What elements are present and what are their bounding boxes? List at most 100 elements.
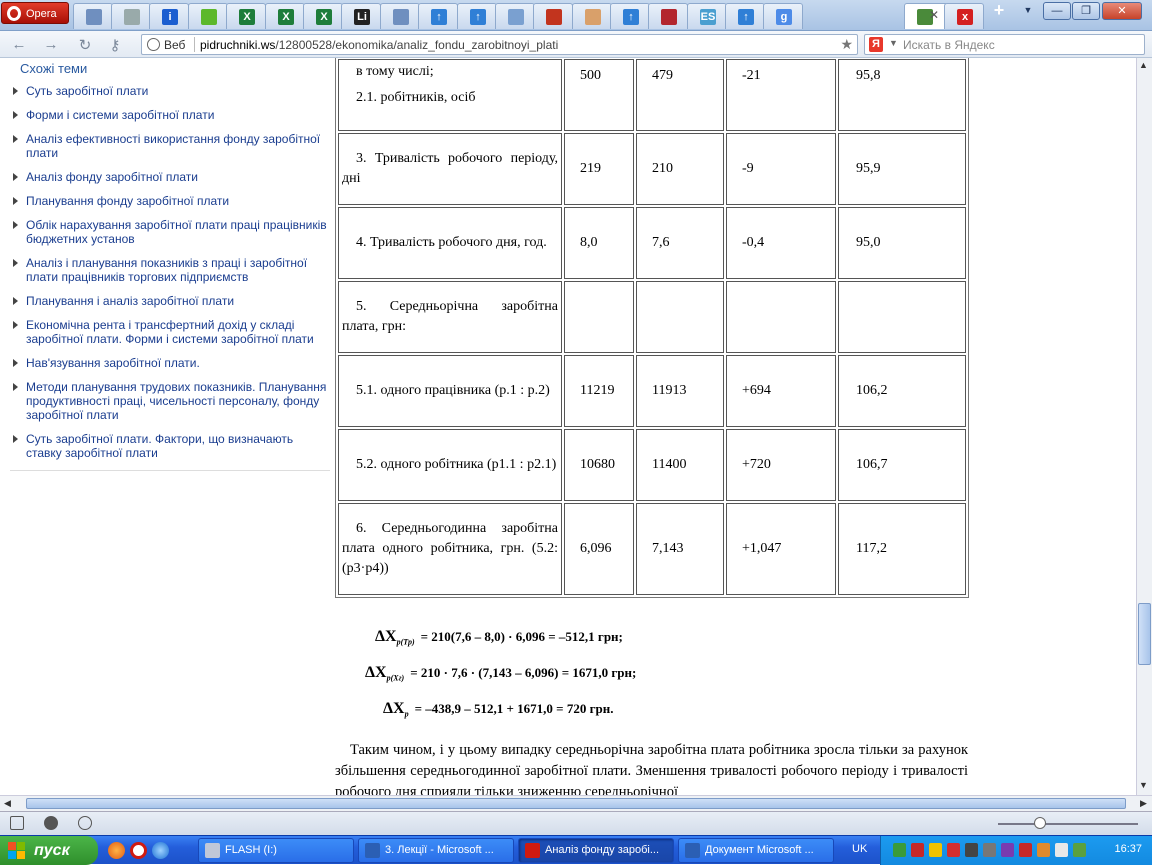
scroll-up-icon[interactable]: ▲ [1139,60,1148,70]
close-window-icon[interactable]: ✕ [1102,2,1142,20]
url-field[interactable]: Веб pidruchniki.ws/12800528/ekonomika/an… [141,34,858,55]
back-icon[interactable]: ← [10,36,28,53]
key-icon[interactable]: ⚷ [106,36,124,54]
browser-tab[interactable]: ↑ [457,3,497,29]
opera-menu-button[interactable]: Opera [1,2,69,24]
ie-icon[interactable] [152,842,169,859]
browser-tab[interactable]: ↑ [610,3,650,29]
tray-nvidia-icon[interactable] [1073,843,1086,857]
forward-icon[interactable]: → [42,36,60,53]
related-topic-link[interactable]: Аналіз ефективності використання фонду з… [10,132,330,160]
tray-shield-icon[interactable] [911,843,924,857]
browser-tab[interactable]: X [303,3,343,29]
related-topic-link[interactable]: Суть заробітної плати. Фактори, що визна… [10,432,330,460]
browser-tab[interactable]: X [226,3,266,29]
browser-tab[interactable]: ES [687,3,727,29]
browser-tab[interactable]: ↑ [418,3,458,29]
doc-icon [124,9,140,25]
scroll-right-icon[interactable]: ▶ [1140,798,1147,809]
language-indicator[interactable]: UK [852,843,867,855]
browser-tab[interactable]: i [149,3,189,29]
browser-tab[interactable]: Li [341,3,381,29]
table-row: в тому числі; 2.1. робітників, осіб 500 479… [338,59,966,131]
taskbar-button[interactable]: Документ Microsoft ... [678,838,834,863]
taskbar-button-label: Аналіз фонду заробі... [545,844,660,856]
tray-app-icon[interactable] [893,843,906,857]
related-topic-link[interactable]: Суть заробітної плати [10,84,330,98]
related-topic-link[interactable]: Планування фонду заробітної плати [10,194,330,208]
horizontal-scroll-thumb[interactable] [26,798,1126,809]
related-topic-link[interactable]: Планування і аналіз заробітної плати [10,294,330,308]
tray-update-icon[interactable] [1037,843,1050,857]
related-topics-list: Суть заробітної плати Форми і системи зар… [10,84,330,460]
browser-tab[interactable] [904,3,948,29]
reload-icon[interactable]: ↻ [76,36,94,54]
related-topic-link[interactable]: Методи планування трудових показників. П… [10,380,330,422]
bookmark-star-icon[interactable]: ★ [840,36,853,53]
browser-tab[interactable] [533,3,573,29]
related-topic-link[interactable]: Нав'язування заробітної плати. [10,356,330,370]
browser-tab[interactable]: ↑ [725,3,765,29]
tray-device-icon[interactable] [1001,843,1014,857]
firefox-icon[interactable] [108,842,125,859]
cell-base: 10680 [564,429,634,501]
taskbar-button[interactable]: FLASH (I:) [198,838,354,863]
related-topic-link[interactable]: Облік нарахування заробітної плати праці… [10,218,330,246]
vertical-scroll-thumb[interactable] [1138,603,1151,665]
search-engine-dropdown-icon[interactable]: ▼ [889,38,898,48]
cloud-icon[interactable] [44,816,58,830]
tray-network-icon[interactable] [965,843,978,857]
browser-tab[interactable]: x [944,3,984,29]
restore-icon[interactable]: ❐ [1072,2,1100,20]
minimize-icon[interactable]: — [1043,2,1071,20]
related-topic-link[interactable]: Економічна рента і трансфертний дохід у … [10,318,330,346]
taskbar-app-icon [525,843,540,858]
browser-tab[interactable] [380,3,420,29]
horizontal-scrollbar[interactable]: ◀ ▶ [0,795,1152,811]
taskbar-button[interactable]: Аналіз фонду заробі... [518,838,674,863]
close-tab-icon[interactable]: ✕ [929,8,939,22]
scroll-down-icon[interactable]: ▼ [1139,780,1148,790]
browser-tab[interactable] [648,3,688,29]
speed-dial-icon[interactable] [78,816,92,830]
browser-tab[interactable] [73,3,113,29]
zoom-slider[interactable] [998,823,1138,825]
cell-deviation: +694 [726,355,836,427]
tray-antivirus-icon[interactable] [1019,843,1032,857]
start-button[interactable]: пуск [0,836,98,865]
taskbar-app-icon [365,843,380,858]
cell-actual: 479 [636,59,724,131]
url-text: pidruchniki.ws/12800528/ekonomika/analiz… [200,38,558,52]
taskbar: пуск FLASH (I:) 3. Лекції - Microsoft ...… [0,835,1152,865]
cell-deviation: -9 [726,133,836,205]
formula-symbol: ΔX [375,628,397,645]
related-topic-link[interactable]: Аналіз фонду заробітної плати [10,170,330,184]
search-field[interactable]: Я ▼ Искать в Яндекс [864,34,1145,55]
browser-tab[interactable] [188,3,228,29]
opera-icon[interactable] [130,842,147,859]
cell-base: 11219 [564,355,634,427]
browser-tab[interactable] [495,3,535,29]
cell-deviation [726,281,836,353]
new-tab-icon[interactable]: + [991,1,1007,20]
panel-toggle-icon[interactable] [10,816,24,830]
related-topic-link[interactable]: Аналіз і планування показників з праці і… [10,256,330,284]
related-topic-link[interactable]: Форми і системи заробітної плати [10,108,330,122]
vertical-scrollbar[interactable]: ▲ ▼ [1136,58,1152,795]
zoom-slider-knob[interactable] [1034,817,1046,829]
scroll-left-icon[interactable]: ◀ [4,798,11,809]
volume-icon[interactable] [1055,843,1068,857]
row-label: 3. Тривалість робочого періоду, дні [338,133,562,205]
tray-pdf-icon[interactable] [947,843,960,857]
tray-warning-icon[interactable] [929,843,942,857]
yandex-icon: Я [869,37,883,52]
browser-tab[interactable]: X [265,3,305,29]
tray-media-icon[interactable] [983,843,996,857]
tab-list-icon[interactable]: ▼ [1021,2,1035,20]
taskbar-app-icon [685,843,700,858]
browser-tab[interactable]: g [763,3,803,29]
browser-tab[interactable] [111,3,151,29]
browser-tab[interactable] [572,3,612,29]
taskbar-button[interactable]: 3. Лекції - Microsoft ... [358,838,514,863]
table-row: 5.2. одного робітника (р1.1 : р2.1) 10680… [338,429,966,501]
